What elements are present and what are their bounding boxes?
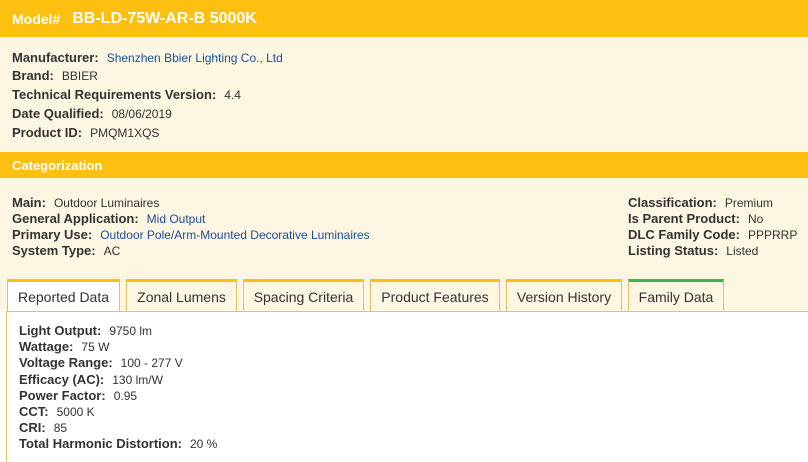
cat-value: Premium (724, 196, 773, 210)
data-row-wattage: Wattage: 75 W (19, 339, 109, 354)
info-label: Date Qualified: (12, 106, 104, 121)
general-application-link[interactable]: Mid Output (147, 212, 206, 226)
tab-version-history[interactable]: Version History (506, 279, 622, 311)
product-info-panel: Manufacturer: Shenzhen Bbier Lighting Co.… (0, 37, 808, 152)
data-row-thd: Total Harmonic Distortion: 20 % (19, 436, 217, 451)
cat-value: AC (103, 244, 121, 258)
cat-label: Listing Status: (628, 243, 719, 258)
data-label: Power Factor: (19, 388, 106, 403)
cat-value: No (747, 212, 764, 226)
data-row-cri: CRI: 85 (19, 420, 67, 435)
tab-spacing-criteria[interactable]: Spacing Criteria (243, 279, 364, 311)
cat-value: PPPRRP (747, 228, 798, 242)
cat-row-listing-status: Listing Status: Listed (628, 243, 758, 258)
data-label: Voltage Range: (19, 355, 113, 370)
manufacturer-link[interactable]: Shenzhen Bbier Lighting Co., Ltd (107, 51, 283, 65)
data-value: 130 lm/W (112, 373, 163, 387)
cat-value: Outdoor Luminaires (53, 196, 160, 210)
model-label: Model# (12, 10, 61, 27)
data-row-cct: CCT: 5000 K (19, 404, 95, 419)
model-value: BB-LD-75W-AR-B 5000K (72, 9, 257, 27)
data-value: 75 W (81, 340, 110, 354)
info-row-product-id: Product ID: PMQM1XQS (12, 125, 159, 140)
cat-label: System Type: (12, 243, 96, 258)
tab-reported-data[interactable]: Reported Data (7, 279, 120, 311)
info-label: Technical Requirements Version: (12, 87, 217, 102)
tab-product-features[interactable]: Product Features (370, 279, 500, 311)
cat-row-main: Main: Outdoor Luminaires (12, 195, 159, 210)
primary-use-link[interactable]: Outdoor Pole/Arm-Mounted Decorative Lumi… (100, 228, 369, 242)
tab-zonal-lumens[interactable]: Zonal Lumens (126, 279, 237, 311)
cat-label: Is Parent Product: (628, 211, 740, 226)
data-row-light-output: Light Output: 9750 lm (19, 323, 152, 338)
info-row-brand: Brand: BBIER (12, 68, 98, 83)
cat-row-classification: Classification: Premium (628, 195, 773, 210)
info-label: Brand: (12, 68, 54, 83)
data-value: 85 (53, 421, 68, 435)
info-value: 4.4 (224, 88, 241, 102)
info-value: PMQM1XQS (90, 126, 160, 140)
data-label: Total Harmonic Distortion: (19, 436, 182, 451)
reported-data-panel: Light Output: 9750 lm Wattage: 75 W Voltag… (6, 311, 808, 462)
cat-row-family-code: DLC Family Code: PPPRRP (628, 227, 797, 242)
data-label: Wattage: (19, 339, 74, 354)
data-value: 20 % (189, 437, 218, 451)
categorization-panel: Main: Outdoor Luminaires General Applicat… (0, 178, 808, 268)
cat-value: Listed (726, 244, 759, 258)
categorization-title: Categorization (12, 157, 103, 173)
model-header: Model# BB-LD-75W-AR-B 5000K (0, 0, 808, 37)
data-row-voltage-range: Voltage Range: 100 - 277 V (19, 355, 183, 370)
cat-row-is-parent: Is Parent Product: No (628, 211, 763, 226)
data-value: 100 - 277 V (120, 356, 183, 370)
info-row-tech-version: Technical Requirements Version: 4.4 (12, 87, 241, 102)
data-value: 9750 lm (109, 324, 153, 338)
cat-label: DLC Family Code: (628, 227, 740, 242)
data-row-efficacy: Efficacy (AC): 130 lm/W (19, 372, 163, 387)
data-label: Light Output: (19, 323, 102, 338)
data-label: CRI: (19, 420, 46, 435)
data-label: Efficacy (AC): (19, 372, 105, 387)
info-label: Product ID: (12, 125, 83, 140)
info-value: BBIER (61, 69, 98, 83)
cat-row-primary-use: Primary Use: Outdoor Pole/Arm-Mounted Dec… (12, 227, 370, 242)
cat-label: General Application: (12, 211, 139, 226)
cat-label: Classification: (628, 195, 717, 210)
cat-label: Main: (12, 195, 46, 210)
data-row-power-factor: Power Factor: 0.95 (19, 388, 137, 403)
cat-label: Primary Use: (12, 227, 93, 242)
data-label: CCT: (19, 404, 49, 419)
data-value: 5000 K (56, 405, 95, 419)
tab-bar: Reported Data Zonal Lumens Spacing Crite… (0, 268, 808, 312)
info-row-date-qualified: Date Qualified: 08/06/2019 (12, 106, 172, 121)
cat-row-system-type: System Type: AC (12, 243, 120, 258)
categorization-header: Categorization (0, 152, 808, 178)
tab-family-data[interactable]: Family Data (628, 279, 724, 311)
info-row-manufacturer: Manufacturer: Shenzhen Bbier Lighting Co.… (12, 50, 283, 65)
info-label: Manufacturer: (12, 50, 99, 65)
data-value: 0.95 (113, 389, 138, 403)
info-value: 08/06/2019 (111, 107, 172, 121)
cat-row-general-application: General Application: Mid Output (12, 211, 205, 226)
